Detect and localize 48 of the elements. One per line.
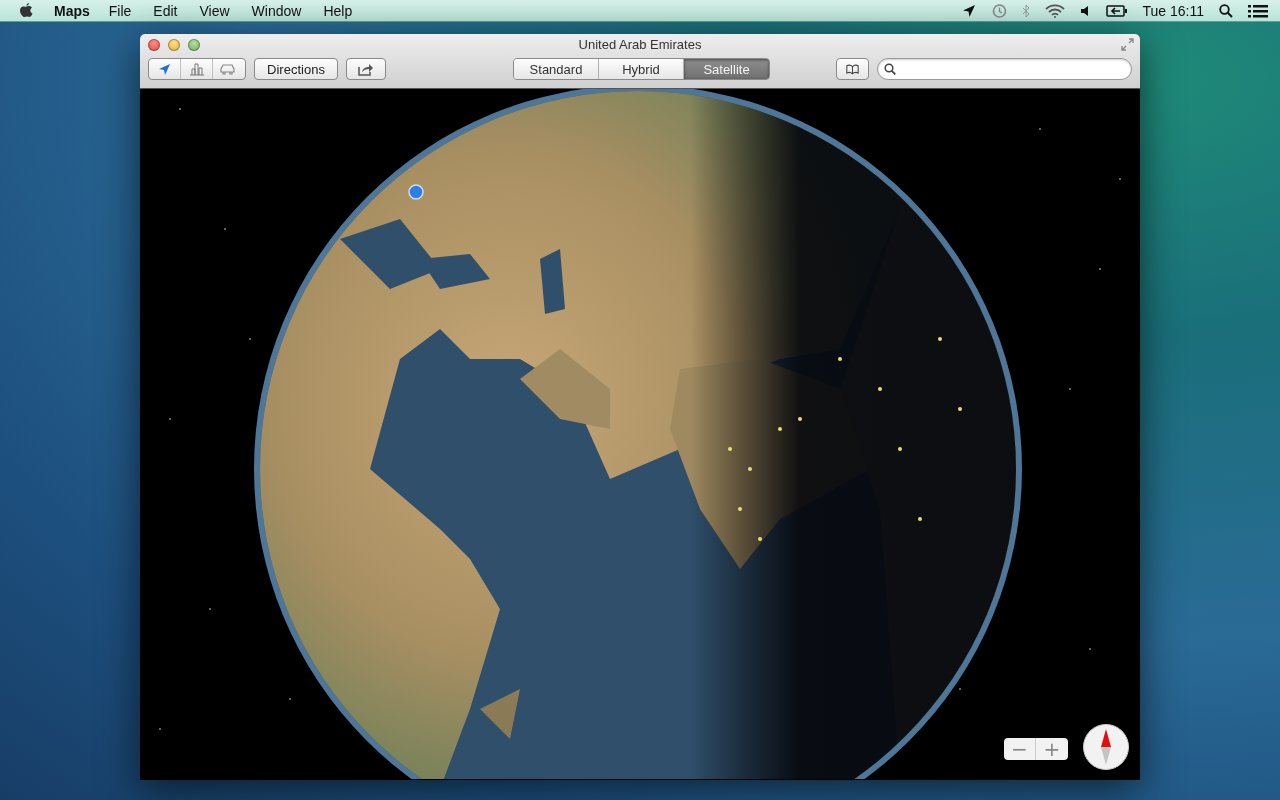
map-mode-tab[interactable]: Satellite (684, 59, 769, 79)
compass-needle-icon (1101, 729, 1111, 765)
menu-clock[interactable]: Tue 16:11 (1142, 2, 1204, 19)
fullscreen-icon[interactable] (1121, 38, 1134, 51)
book-icon (846, 63, 859, 75)
city-light-dot (878, 387, 882, 391)
city-light-dot (918, 517, 922, 521)
menu-item[interactable]: File (108, 2, 132, 19)
search-icon (884, 63, 896, 75)
wifi-icon[interactable] (1044, 3, 1065, 18)
bluetooth-icon[interactable] (1021, 3, 1030, 18)
map-mode-tab[interactable]: Standard (514, 59, 599, 79)
location-arrow-icon (158, 62, 171, 76)
speaker-icon[interactable] (1079, 4, 1091, 17)
menu-item[interactable]: Help (323, 2, 353, 19)
share-icon (358, 62, 374, 76)
bookmarks-button[interactable] (836, 58, 869, 80)
menu-item[interactable]: Window (251, 2, 302, 19)
menu-item[interactable]: Edit (153, 2, 178, 19)
directions-button[interactable]: Directions (254, 58, 338, 80)
clock-history-icon[interactable] (990, 2, 1007, 19)
city-light-dot (898, 447, 902, 451)
city-light-dot (748, 467, 752, 471)
close-button[interactable] (148, 39, 160, 51)
city-light-dot (958, 407, 962, 411)
city-light-dot (778, 427, 782, 431)
city-light-dot (838, 357, 842, 361)
app-menu[interactable]: Maps (54, 2, 90, 19)
city-light-dot (728, 447, 732, 451)
buildings-icon (188, 62, 205, 76)
window-title: United Arab Emirates (577, 37, 703, 52)
minimize-button[interactable] (168, 39, 180, 51)
location-pin-icon[interactable] (408, 184, 424, 200)
city-light-dot (758, 537, 762, 541)
list-icon[interactable] (1248, 3, 1268, 18)
map-mode-tab[interactable]: Hybrid (599, 59, 684, 79)
compass-button[interactable] (1083, 724, 1129, 770)
city-light-dot (798, 417, 802, 421)
share-button[interactable] (346, 58, 386, 80)
location-arrow-icon[interactable] (961, 3, 976, 18)
search-icon[interactable] (1219, 3, 1233, 18)
apple-logo-icon[interactable] (18, 2, 34, 19)
city-light-dot (938, 337, 942, 341)
city-light-dot (738, 507, 742, 511)
battery-icon[interactable] (1105, 4, 1128, 17)
search-field[interactable] (877, 58, 1132, 80)
menu-item[interactable]: View (199, 2, 230, 19)
zoom-button[interactable] (188, 39, 200, 51)
